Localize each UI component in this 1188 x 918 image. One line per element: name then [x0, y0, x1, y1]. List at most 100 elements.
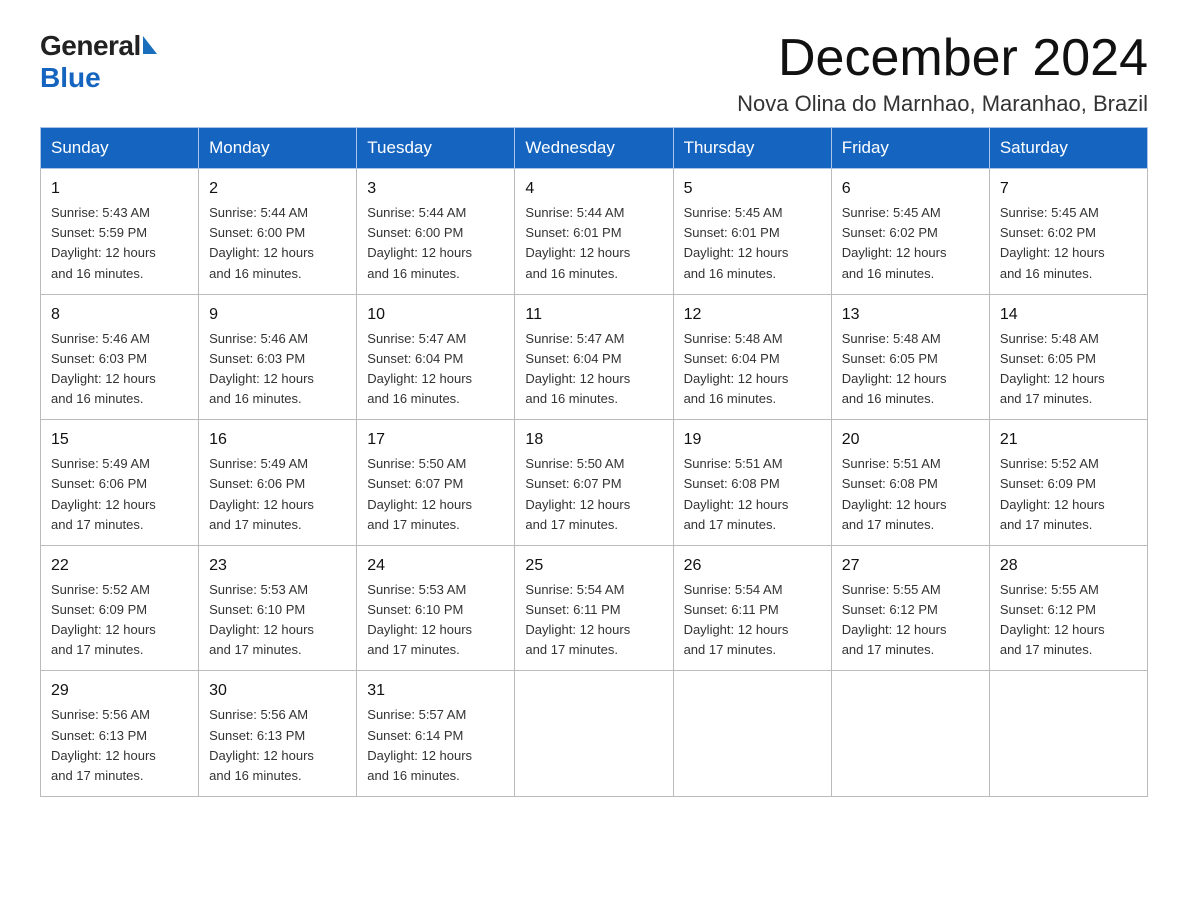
day-number: 11 — [525, 303, 662, 327]
header-saturday: Saturday — [989, 128, 1147, 169]
day-number: 17 — [367, 428, 504, 452]
day-info: Sunrise: 5:52 AMSunset: 6:09 PMDaylight:… — [1000, 454, 1137, 535]
calendar-cell: 26Sunrise: 5:54 AMSunset: 6:11 PMDayligh… — [673, 545, 831, 671]
day-info: Sunrise: 5:57 AMSunset: 6:14 PMDaylight:… — [367, 705, 504, 786]
logo-blue-text: Blue — [40, 62, 101, 93]
day-info: Sunrise: 5:44 AMSunset: 6:00 PMDaylight:… — [367, 203, 504, 284]
day-number: 18 — [525, 428, 662, 452]
calendar-cell — [989, 671, 1147, 797]
location-title: Nova Olina do Marnhao, Maranhao, Brazil — [737, 91, 1148, 117]
calendar-cell — [673, 671, 831, 797]
header-thursday: Thursday — [673, 128, 831, 169]
calendar-cell: 22Sunrise: 5:52 AMSunset: 6:09 PMDayligh… — [41, 545, 199, 671]
calendar-cell: 18Sunrise: 5:50 AMSunset: 6:07 PMDayligh… — [515, 420, 673, 546]
month-title: December 2024 — [737, 30, 1148, 87]
day-number: 27 — [842, 554, 979, 578]
calendar-cell: 17Sunrise: 5:50 AMSunset: 6:07 PMDayligh… — [357, 420, 515, 546]
calendar-cell: 16Sunrise: 5:49 AMSunset: 6:06 PMDayligh… — [199, 420, 357, 546]
calendar-cell: 8Sunrise: 5:46 AMSunset: 6:03 PMDaylight… — [41, 294, 199, 420]
calendar-cell — [831, 671, 989, 797]
day-info: Sunrise: 5:51 AMSunset: 6:08 PMDaylight:… — [842, 454, 979, 535]
day-number: 4 — [525, 177, 662, 201]
calendar-cell: 31Sunrise: 5:57 AMSunset: 6:14 PMDayligh… — [357, 671, 515, 797]
day-info: Sunrise: 5:56 AMSunset: 6:13 PMDaylight:… — [209, 705, 346, 786]
day-info: Sunrise: 5:50 AMSunset: 6:07 PMDaylight:… — [367, 454, 504, 535]
day-number: 25 — [525, 554, 662, 578]
calendar-cell: 5Sunrise: 5:45 AMSunset: 6:01 PMDaylight… — [673, 169, 831, 295]
day-info: Sunrise: 5:55 AMSunset: 6:12 PMDaylight:… — [842, 580, 979, 661]
calendar-table: SundayMondayTuesdayWednesdayThursdayFrid… — [40, 127, 1148, 797]
calendar-cell: 9Sunrise: 5:46 AMSunset: 6:03 PMDaylight… — [199, 294, 357, 420]
day-number: 1 — [51, 177, 188, 201]
day-number: 26 — [684, 554, 821, 578]
day-info: Sunrise: 5:44 AMSunset: 6:01 PMDaylight:… — [525, 203, 662, 284]
calendar-cell: 25Sunrise: 5:54 AMSunset: 6:11 PMDayligh… — [515, 545, 673, 671]
week-row-3: 15Sunrise: 5:49 AMSunset: 6:06 PMDayligh… — [41, 420, 1148, 546]
day-number: 29 — [51, 679, 188, 703]
day-number: 12 — [684, 303, 821, 327]
calendar-cell: 7Sunrise: 5:45 AMSunset: 6:02 PMDaylight… — [989, 169, 1147, 295]
day-number: 5 — [684, 177, 821, 201]
day-number: 6 — [842, 177, 979, 201]
day-number: 14 — [1000, 303, 1137, 327]
day-info: Sunrise: 5:47 AMSunset: 6:04 PMDaylight:… — [367, 329, 504, 410]
logo-arrow-icon — [143, 36, 157, 54]
day-number: 31 — [367, 679, 504, 703]
day-number: 28 — [1000, 554, 1137, 578]
logo: General Blue — [40, 30, 157, 94]
calendar-cell: 1Sunrise: 5:43 AMSunset: 5:59 PMDaylight… — [41, 169, 199, 295]
logo-general-text: General — [40, 30, 141, 62]
calendar-cell: 3Sunrise: 5:44 AMSunset: 6:00 PMDaylight… — [357, 169, 515, 295]
day-info: Sunrise: 5:48 AMSunset: 6:04 PMDaylight:… — [684, 329, 821, 410]
day-info: Sunrise: 5:44 AMSunset: 6:00 PMDaylight:… — [209, 203, 346, 284]
header-wednesday: Wednesday — [515, 128, 673, 169]
day-info: Sunrise: 5:51 AMSunset: 6:08 PMDaylight:… — [684, 454, 821, 535]
calendar-cell: 2Sunrise: 5:44 AMSunset: 6:00 PMDaylight… — [199, 169, 357, 295]
header-friday: Friday — [831, 128, 989, 169]
week-row-2: 8Sunrise: 5:46 AMSunset: 6:03 PMDaylight… — [41, 294, 1148, 420]
calendar-cell: 10Sunrise: 5:47 AMSunset: 6:04 PMDayligh… — [357, 294, 515, 420]
day-number: 7 — [1000, 177, 1137, 201]
day-info: Sunrise: 5:46 AMSunset: 6:03 PMDaylight:… — [51, 329, 188, 410]
day-info: Sunrise: 5:45 AMSunset: 6:01 PMDaylight:… — [684, 203, 821, 284]
day-number: 10 — [367, 303, 504, 327]
day-info: Sunrise: 5:52 AMSunset: 6:09 PMDaylight:… — [51, 580, 188, 661]
day-info: Sunrise: 5:50 AMSunset: 6:07 PMDaylight:… — [525, 454, 662, 535]
day-number: 23 — [209, 554, 346, 578]
day-number: 24 — [367, 554, 504, 578]
calendar-cell: 28Sunrise: 5:55 AMSunset: 6:12 PMDayligh… — [989, 545, 1147, 671]
page-header: General Blue December 2024 Nova Olina do… — [40, 30, 1148, 117]
day-info: Sunrise: 5:48 AMSunset: 6:05 PMDaylight:… — [1000, 329, 1137, 410]
day-info: Sunrise: 5:56 AMSunset: 6:13 PMDaylight:… — [51, 705, 188, 786]
day-info: Sunrise: 5:55 AMSunset: 6:12 PMDaylight:… — [1000, 580, 1137, 661]
calendar-cell: 14Sunrise: 5:48 AMSunset: 6:05 PMDayligh… — [989, 294, 1147, 420]
calendar-cell: 29Sunrise: 5:56 AMSunset: 6:13 PMDayligh… — [41, 671, 199, 797]
calendar-cell: 23Sunrise: 5:53 AMSunset: 6:10 PMDayligh… — [199, 545, 357, 671]
calendar-cell: 20Sunrise: 5:51 AMSunset: 6:08 PMDayligh… — [831, 420, 989, 546]
calendar-cell: 6Sunrise: 5:45 AMSunset: 6:02 PMDaylight… — [831, 169, 989, 295]
day-info: Sunrise: 5:54 AMSunset: 6:11 PMDaylight:… — [684, 580, 821, 661]
week-row-5: 29Sunrise: 5:56 AMSunset: 6:13 PMDayligh… — [41, 671, 1148, 797]
day-info: Sunrise: 5:49 AMSunset: 6:06 PMDaylight:… — [51, 454, 188, 535]
day-info: Sunrise: 5:53 AMSunset: 6:10 PMDaylight:… — [209, 580, 346, 661]
calendar-cell: 11Sunrise: 5:47 AMSunset: 6:04 PMDayligh… — [515, 294, 673, 420]
header-sunday: Sunday — [41, 128, 199, 169]
calendar-cell: 19Sunrise: 5:51 AMSunset: 6:08 PMDayligh… — [673, 420, 831, 546]
day-info: Sunrise: 5:53 AMSunset: 6:10 PMDaylight:… — [367, 580, 504, 661]
day-info: Sunrise: 5:45 AMSunset: 6:02 PMDaylight:… — [1000, 203, 1137, 284]
day-number: 30 — [209, 679, 346, 703]
calendar-cell: 15Sunrise: 5:49 AMSunset: 6:06 PMDayligh… — [41, 420, 199, 546]
day-number: 22 — [51, 554, 188, 578]
header-monday: Monday — [199, 128, 357, 169]
day-info: Sunrise: 5:48 AMSunset: 6:05 PMDaylight:… — [842, 329, 979, 410]
day-number: 2 — [209, 177, 346, 201]
day-number: 15 — [51, 428, 188, 452]
day-info: Sunrise: 5:46 AMSunset: 6:03 PMDaylight:… — [209, 329, 346, 410]
calendar-cell: 24Sunrise: 5:53 AMSunset: 6:10 PMDayligh… — [357, 545, 515, 671]
day-info: Sunrise: 5:47 AMSunset: 6:04 PMDaylight:… — [525, 329, 662, 410]
day-info: Sunrise: 5:45 AMSunset: 6:02 PMDaylight:… — [842, 203, 979, 284]
day-number: 21 — [1000, 428, 1137, 452]
day-number: 9 — [209, 303, 346, 327]
calendar-cell: 27Sunrise: 5:55 AMSunset: 6:12 PMDayligh… — [831, 545, 989, 671]
day-info: Sunrise: 5:54 AMSunset: 6:11 PMDaylight:… — [525, 580, 662, 661]
